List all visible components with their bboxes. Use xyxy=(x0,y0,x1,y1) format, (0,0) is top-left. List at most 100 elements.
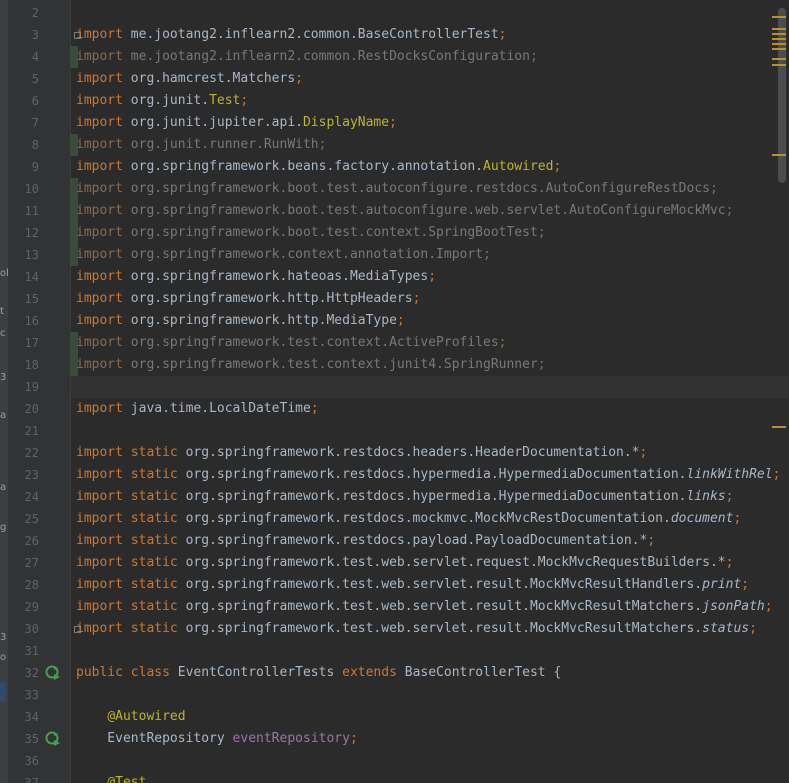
code-token: ; xyxy=(240,93,249,108)
code-line[interactable] xyxy=(71,750,789,772)
code-line[interactable]: import org.junit.runner.RunWith; xyxy=(71,134,789,156)
code-line[interactable]: import org.springframework.hateoas.Media… xyxy=(71,266,789,288)
code-token: me.jootang2.inflearn2.common.BaseControl… xyxy=(130,27,499,42)
code-line[interactable]: import me.jootang2.inflearn2.common.Rest… xyxy=(71,46,789,68)
line-number: 19 xyxy=(24,380,39,394)
code-line[interactable]: import static org.springframework.restdo… xyxy=(71,530,789,552)
warning-stripe-marker[interactable] xyxy=(772,426,786,428)
code-line[interactable]: import org.springframework.beans.factory… xyxy=(71,156,789,178)
code-text: import static org.springframework.restdo… xyxy=(76,508,741,530)
code-line[interactable]: import static org.springframework.restdo… xyxy=(71,464,789,486)
code-line[interactable]: @Test xyxy=(71,772,789,783)
code-token: ; xyxy=(764,599,773,614)
code-text: import org.springframework.boot.test.aut… xyxy=(76,178,718,200)
code-token: org.junit.jupiter.api. xyxy=(130,115,303,130)
code-token: extends xyxy=(342,665,405,680)
code-token: ; xyxy=(725,555,734,570)
code-line[interactable]: import org.springframework.test.context.… xyxy=(71,354,789,376)
code-line[interactable]: import java.time.LocalDateTime; xyxy=(71,398,789,420)
warning-stripe-marker[interactable] xyxy=(772,28,786,30)
code-line[interactable]: import org.springframework.boot.test.con… xyxy=(71,222,789,244)
code-token: org.springframework.http.HttpHeaders xyxy=(130,291,413,306)
code-token: org.springframework.restdocs.hypermedia.… xyxy=(185,489,687,504)
code-token: import static xyxy=(76,533,186,548)
code-text: import org.springframework.context.annot… xyxy=(76,244,491,266)
code-token: BaseControllerTest { xyxy=(404,665,562,680)
code-line[interactable]: @Autowired xyxy=(71,706,789,728)
project-panel-selection xyxy=(0,682,6,702)
code-token: EventControllerTests xyxy=(177,665,343,680)
line-number: 17 xyxy=(24,336,39,350)
code-line[interactable]: import static org.springframework.test.w… xyxy=(71,552,789,574)
code-text: import org.springframework.hateoas.Media… xyxy=(76,266,436,288)
code-token: ; xyxy=(537,225,546,240)
code-line[interactable]: import org.springframework.context.annot… xyxy=(71,244,789,266)
line-number: 18 xyxy=(24,358,39,372)
line-number: 11 xyxy=(24,204,39,218)
warning-stripe-marker[interactable] xyxy=(772,58,786,60)
code-token: ; xyxy=(428,269,437,284)
code-line[interactable]: import org.springframework.test.context.… xyxy=(71,332,789,354)
code-token: ; xyxy=(310,401,319,416)
code-token: org.springframework.boot.test.context.Sp… xyxy=(130,225,538,240)
line-number: 35 xyxy=(24,732,39,746)
code-line[interactable]: EventRepository eventRepository; xyxy=(71,728,789,750)
code-line[interactable]: import static org.springframework.restdo… xyxy=(71,486,789,508)
code-line[interactable] xyxy=(71,684,789,706)
code-text: import org.junit.runner.RunWith; xyxy=(76,134,326,156)
run-test-icon[interactable] xyxy=(45,731,61,747)
code-line[interactable]: import static org.springframework.restdo… xyxy=(71,442,789,464)
code-text: import java.time.LocalDateTime; xyxy=(76,398,319,420)
warning-stripe-marker[interactable] xyxy=(772,38,786,40)
code-token: ; xyxy=(725,203,734,218)
code-line[interactable] xyxy=(71,640,789,662)
code-token: import static xyxy=(76,621,186,636)
code-line[interactable]: import org.springframework.http.HttpHead… xyxy=(71,288,789,310)
warning-stripe-marker[interactable] xyxy=(772,64,786,66)
warning-stripe-marker[interactable] xyxy=(772,16,786,18)
code-line[interactable]: import org.hamcrest.Matchers; xyxy=(71,68,789,90)
code-line[interactable]: import org.springframework.boot.test.aut… xyxy=(71,178,789,200)
line-number: 33 xyxy=(24,688,39,702)
warning-stripe-marker[interactable] xyxy=(772,48,786,50)
warning-stripe-marker[interactable] xyxy=(772,154,786,156)
code-token: status xyxy=(702,621,750,636)
code-text: import org.springframework.http.HttpHead… xyxy=(76,288,420,310)
code-token: org.springframework.restdocs.headers.Hea… xyxy=(185,445,640,460)
line-number: 37 xyxy=(24,776,39,783)
code-line[interactable]: import static org.springframework.test.w… xyxy=(71,574,789,596)
code-line[interactable]: import org.junit.jupiter.api.DisplayName… xyxy=(71,112,789,134)
editor-gutter: 2 3 4 5 6 7 8 9 10 11 12 13 14 15 16 17 18 19 20 21 22 23 24 25… xyxy=(8,0,81,783)
run-test-icon[interactable] xyxy=(45,665,61,681)
project-panel-fragment: g xyxy=(0,522,7,533)
line-number: 2 xyxy=(31,6,39,20)
code-token: org.springframework.test.web.servlet.res… xyxy=(185,621,703,636)
code-text: @Test xyxy=(76,772,146,783)
code-token: org.springframework.test.context.junit4.… xyxy=(130,357,538,372)
code-token: ; xyxy=(741,577,750,592)
code-line[interactable]: import static org.springframework.test.w… xyxy=(71,618,789,640)
warning-stripe-marker[interactable] xyxy=(772,33,786,35)
code-token: import xyxy=(76,203,131,218)
code-text: import static org.springframework.test.w… xyxy=(76,552,733,574)
code-line[interactable]: import static org.springframework.restdo… xyxy=(71,508,789,530)
code-line[interactable]: import org.springframework.http.MediaTyp… xyxy=(71,310,789,332)
code-line[interactable]: import static org.springframework.test.w… xyxy=(71,596,789,618)
code-text: import static org.springframework.restdo… xyxy=(76,464,780,486)
code-line[interactable] xyxy=(71,420,789,442)
code-text: import static org.springframework.restdo… xyxy=(76,486,733,508)
code-token: import xyxy=(76,357,131,372)
code-token: @Autowired xyxy=(107,709,186,724)
code-editor[interactable]: oltc3aag3oa 2345678910111213141516171819… xyxy=(0,0,789,783)
code-line[interactable]: import org.springframework.boot.test.aut… xyxy=(71,200,789,222)
code-line[interactable] xyxy=(71,376,789,398)
line-number: 27 xyxy=(24,556,39,570)
code-line[interactable] xyxy=(71,2,789,24)
line-number: 22 xyxy=(24,446,39,460)
code-line[interactable]: public class EventControllerTests extend… xyxy=(71,662,789,684)
code-line[interactable]: import me.jootang2.inflearn2.common.Base… xyxy=(71,24,789,46)
code-text: import static org.springframework.restdo… xyxy=(76,442,647,464)
code-area[interactable]: import me.jootang2.inflearn2.common.Base… xyxy=(71,0,789,783)
warning-stripe-marker[interactable] xyxy=(772,43,786,45)
code-line[interactable]: import org.junit.Test; xyxy=(71,90,789,112)
